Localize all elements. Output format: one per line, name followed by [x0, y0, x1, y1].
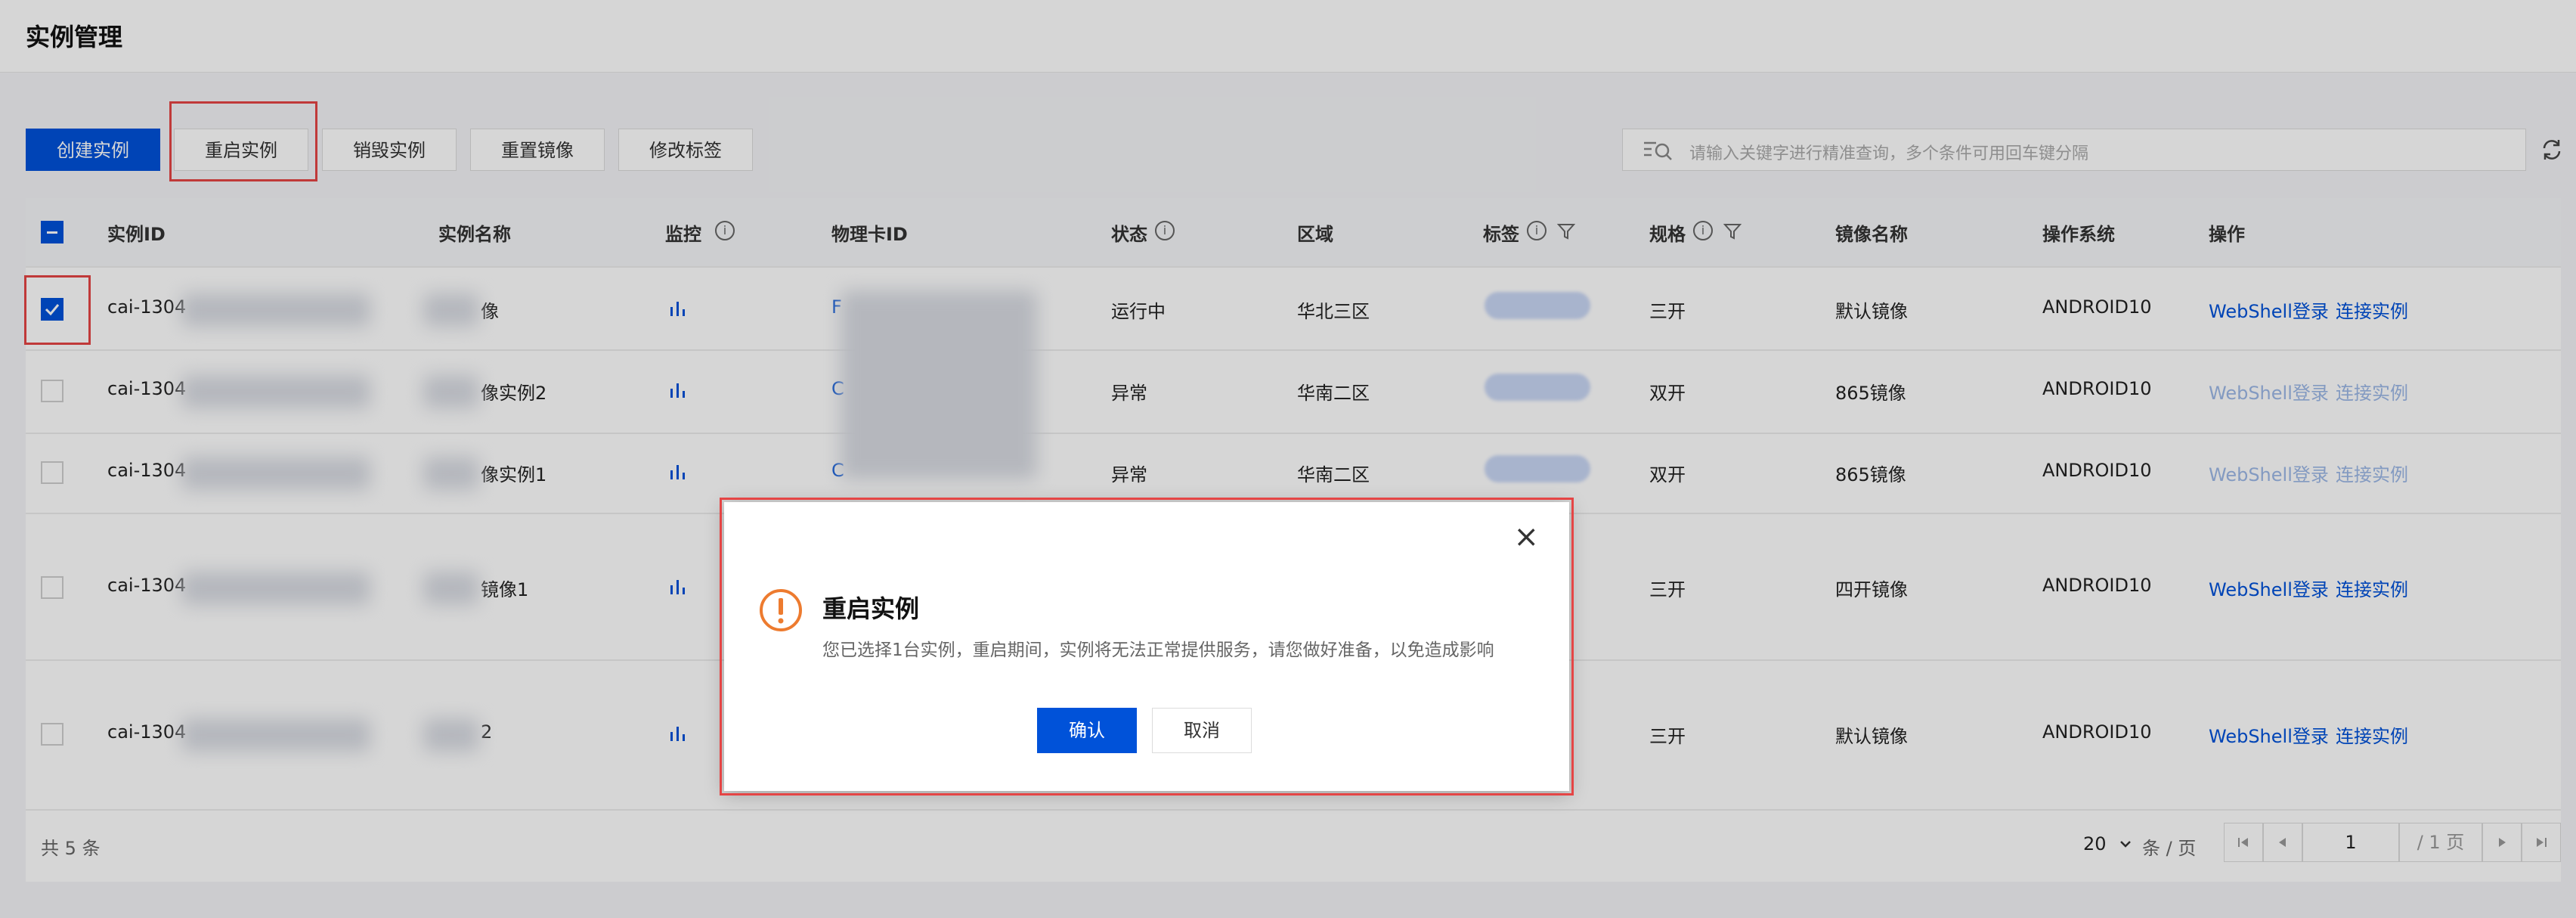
highlight-frame	[720, 498, 1574, 795]
